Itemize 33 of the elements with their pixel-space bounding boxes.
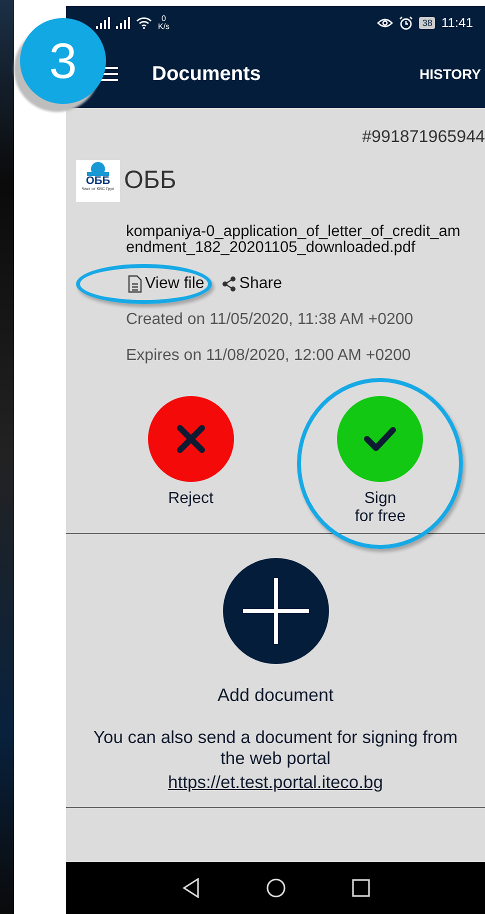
history-tab[interactable]: HISTORY (420, 64, 481, 84)
share-link[interactable]: Share (222, 272, 282, 296)
document-number: #991871965944 (362, 126, 485, 148)
speed-value: 0 (162, 15, 166, 23)
plus-icon (242, 578, 308, 644)
add-document-label: Add document (217, 684, 334, 708)
expiry-date: Expires on 11/08/2020, 12:00 AM +0200 (126, 346, 412, 366)
step-badge: 3 (20, 18, 106, 104)
view-file-link[interactable]: View file (128, 272, 204, 296)
recents-icon (352, 879, 370, 897)
speed-unit: K/s (158, 23, 170, 31)
checkmark-icon (363, 426, 398, 452)
logo-text: ОББ (86, 176, 110, 186)
back-icon (182, 878, 200, 898)
alarm-clock-icon (399, 16, 414, 30)
battery-level: 38 (419, 17, 436, 29)
signal-icon (116, 17, 130, 29)
wifi-icon (136, 17, 152, 29)
action-label: Reject (168, 490, 214, 508)
app-title: Documents (152, 62, 261, 87)
created-date: Created on 11/05/2020, 11:38 AM +0200 (126, 310, 414, 330)
globe-icon (87, 160, 109, 176)
eye-icon (377, 17, 394, 29)
action-label: Sign for free (354, 490, 406, 526)
home-icon (266, 878, 286, 898)
share-icon (222, 276, 236, 292)
sender-name: ОББ (124, 164, 176, 196)
file-name: kompaniya-0_application_of_letter_of_credit_amendment_182_20201105_downloaded.pdf (126, 224, 462, 256)
close-icon (176, 424, 206, 454)
status-time: 11:41 (441, 14, 473, 32)
document-icon (128, 275, 142, 294)
signal-icon (96, 17, 110, 29)
portal-link[interactable]: https://et.test.portal.iteco.bg (168, 769, 383, 796)
